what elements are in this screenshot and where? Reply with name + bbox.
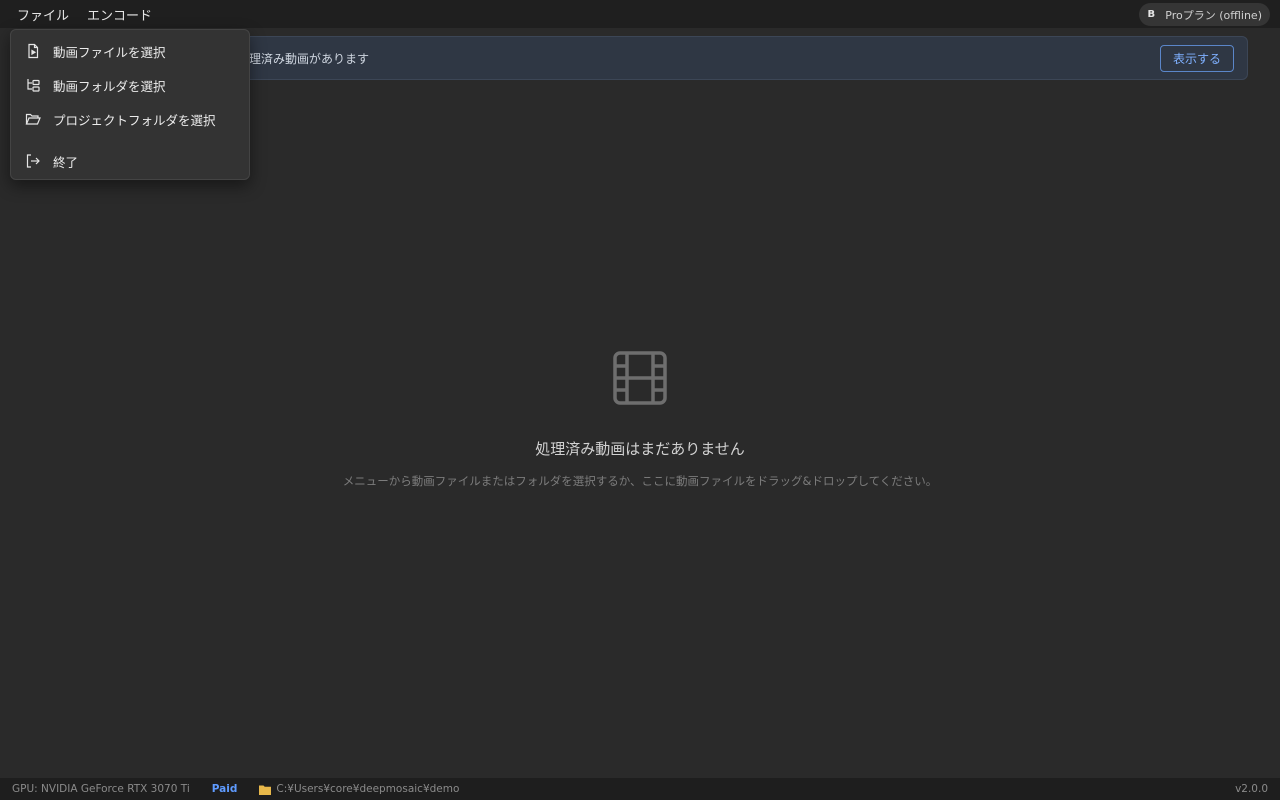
menu-item-select-video-folder[interactable]: 動画フォルダを選択	[11, 68, 249, 102]
license-badge: Paid	[211, 783, 238, 795]
menu-item-label: 動画フォルダを選択	[53, 78, 166, 94]
banner-text: 理済み動画があります	[249, 51, 370, 66]
plan-badge[interactable]: B Proプラン (offline)	[1139, 3, 1270, 26]
menubar: ファイル エンコード B Proプラン (offline)	[0, 0, 1280, 28]
project-path-text: C:¥Users¥core¥deepmosaic¥demo	[276, 783, 460, 795]
menu-item-label: 動画ファイルを選択	[53, 44, 166, 60]
menu-item-select-project-folder[interactable]: プロジェクトフォルダを選択	[11, 102, 249, 136]
avatar: B	[1147, 9, 1156, 20]
menu-item-exit[interactable]: 終了	[11, 144, 249, 178]
folder-icon	[259, 784, 272, 795]
folder-open-icon	[25, 111, 41, 127]
film-icon	[612, 350, 668, 410]
app-version: v2.0.0	[1235, 783, 1268, 795]
folder-tree-icon	[25, 77, 41, 93]
empty-state: 処理済み動画はまだありません メニューから動画ファイルまたはフォルダを選択するか…	[0, 350, 1280, 489]
menu-file[interactable]: ファイル	[8, 0, 78, 28]
show-button[interactable]: 表示する	[1159, 44, 1234, 72]
project-path[interactable]: C:¥Users¥core¥deepmosaic¥demo	[259, 783, 459, 795]
gpu-info: GPU: NVIDIA GeForce RTX 3070 Ti	[12, 783, 190, 795]
plan-label: Proプラン (offline)	[1165, 8, 1262, 22]
menu-item-select-video-file[interactable]: 動画ファイルを選択	[11, 34, 249, 68]
statusbar: GPU: NVIDIA GeForce RTX 3070 Ti Paid C:¥…	[0, 778, 1280, 800]
empty-subtitle: メニューから動画ファイルまたはフォルダを選択するか、ここに動画ファイルをドラッグ…	[342, 474, 938, 488]
menu-item-label: 終了	[53, 154, 79, 170]
empty-title: 処理済み動画はまだありません	[535, 440, 745, 458]
video-file-icon	[25, 43, 41, 59]
menu-item-label: プロジェクトフォルダを選択	[53, 112, 216, 128]
menu-encode[interactable]: エンコード	[78, 0, 161, 28]
file-menu-dropdown: 動画ファイルを選択 動画フォルダを選択 プロジェクトフォルダを選択 終了	[10, 29, 250, 180]
exit-icon	[25, 153, 41, 169]
